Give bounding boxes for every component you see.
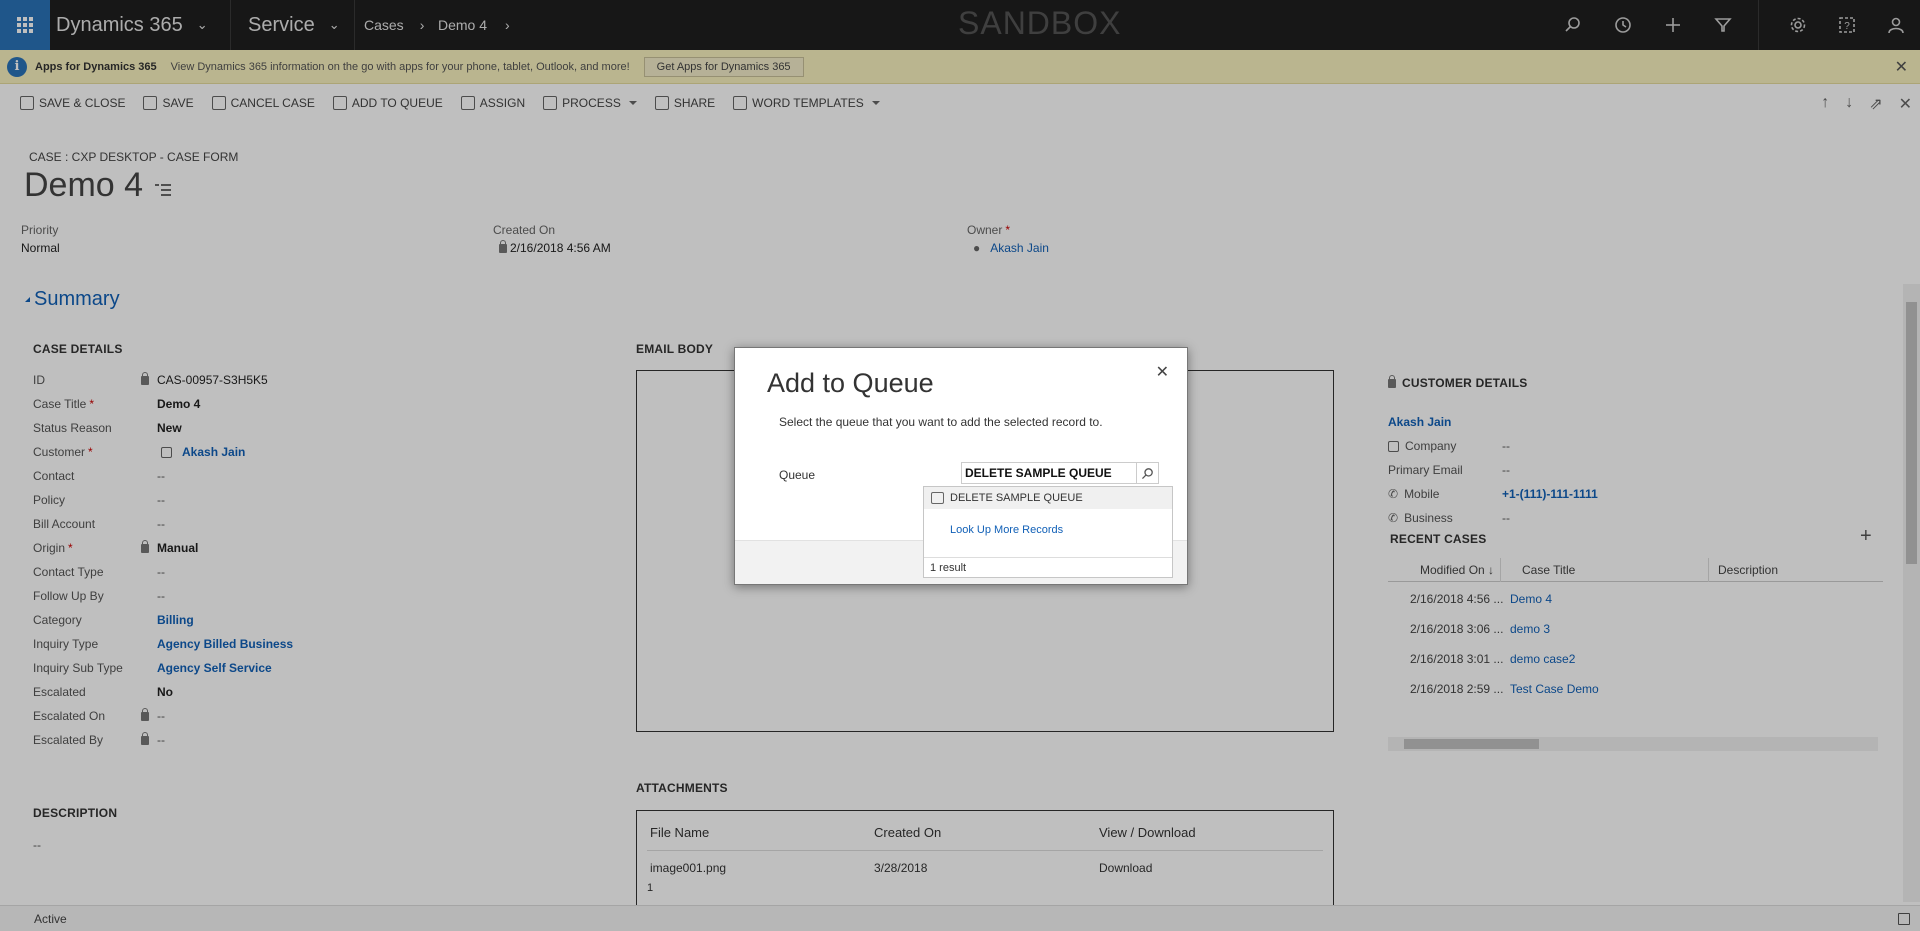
result-label: DELETE SAMPLE QUEUE — [950, 492, 1083, 504]
queue-icon — [931, 492, 944, 504]
result-count: 1 result — [924, 557, 1172, 577]
lookup-results-dropdown: DELETE SAMPLE QUEUE Look Up More Records… — [923, 486, 1173, 578]
close-icon[interactable]: ✕ — [1156, 362, 1169, 382]
lookup-search-button[interactable] — [1136, 463, 1158, 483]
search-icon — [1141, 467, 1153, 479]
dialog-title: Add to Queue — [767, 368, 934, 398]
dialog-description: Select the queue that you want to add th… — [779, 415, 1103, 429]
look-up-more-records-link[interactable]: Look Up More Records — [950, 524, 1063, 536]
queue-label: Queue — [779, 468, 816, 482]
queue-lookup-input[interactable]: DELETE SAMPLE QUEUE — [961, 462, 1159, 484]
add-to-queue-dialog: Add to Queue ✕ Select the queue that you… — [734, 347, 1188, 585]
lookup-result-item[interactable]: DELETE SAMPLE QUEUE — [924, 487, 1172, 509]
queue-input-value[interactable]: DELETE SAMPLE QUEUE — [962, 466, 1136, 480]
